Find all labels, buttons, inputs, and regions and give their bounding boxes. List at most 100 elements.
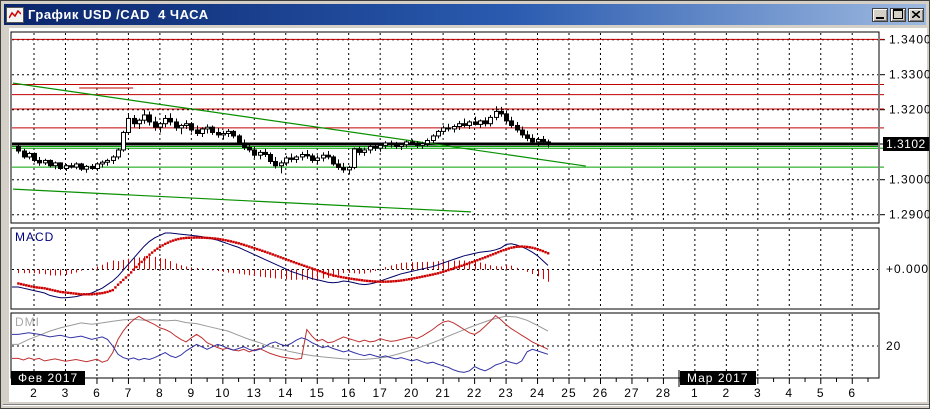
macd-signal-dot	[400, 279, 403, 282]
macd-signal-dot	[279, 256, 282, 259]
macd-signal-dot	[292, 260, 295, 264]
macd-signal-dot	[470, 260, 474, 264]
macd-signal-dot	[266, 251, 269, 254]
macd-signal-dot	[195, 236, 198, 239]
macd-signal-dot	[224, 239, 227, 242]
chart-canvas[interactable]: 1.34001.33001.32001.30001.29002 3 6 7 8 9 10 13…	[1, 1, 930, 409]
candle-body	[258, 151, 263, 156]
macd-signal-dot	[74, 292, 78, 295]
macd-signal-dot	[321, 270, 324, 274]
dmi-level-axis-label: 20	[886, 339, 902, 353]
macd-signal-dot	[95, 292, 99, 295]
macd-signal-dot	[82, 293, 86, 296]
macd-signal-dot	[337, 275, 340, 278]
macd-signal-dot	[69, 291, 73, 295]
candle-body	[111, 156, 116, 161]
candle-body	[205, 126, 210, 130]
x-axis-day-label: 6	[93, 386, 101, 400]
candle-body	[221, 133, 226, 136]
macd-signal-dot	[497, 250, 500, 254]
window-titlebar[interactable]: График USD /CAD 4 ЧАСА	[4, 4, 926, 25]
macd-signal-dot	[394, 279, 398, 283]
macd-signal-dot	[405, 278, 408, 281]
x-axis-day-label: 5	[817, 386, 825, 400]
candle-body	[137, 119, 142, 125]
macd-signal-dot	[153, 249, 156, 252]
macd-signal-dot	[258, 248, 261, 252]
candle-body	[504, 113, 509, 122]
candle-body	[126, 117, 131, 133]
x-axis-day-label: 9	[188, 386, 196, 400]
macd-signal-dot	[85, 293, 88, 296]
macd-signal-dot	[518, 245, 521, 248]
macd-signal-dot	[67, 291, 70, 294]
macd-signal-dot	[108, 289, 112, 293]
price-axis-label: 1.2900	[889, 208, 930, 222]
macd-signal-dot	[515, 245, 518, 248]
candle-body	[457, 123, 462, 127]
candle-body	[32, 152, 37, 161]
price-axis-label: 1.3300	[889, 68, 930, 82]
macd-signal-dot	[274, 254, 277, 257]
macd-signal-dot	[355, 278, 358, 281]
macd-signal-dot	[392, 280, 395, 283]
candle-body	[378, 144, 383, 149]
macd-signal-dot	[53, 289, 57, 292]
candle-body	[58, 162, 63, 169]
macd-signal-dot	[253, 247, 256, 250]
macd-signal-dot	[491, 253, 495, 256]
macd-signal-dot	[40, 286, 44, 290]
candle-body	[242, 142, 247, 148]
candle-body	[404, 141, 409, 146]
candle-body	[415, 143, 420, 146]
candle-body	[452, 126, 457, 130]
candle-body	[436, 130, 441, 137]
macd-signal-dot	[122, 278, 125, 282]
maximize-icon	[893, 8, 903, 19]
minimize-button[interactable]	[872, 7, 888, 22]
macd-signal-dot	[494, 252, 497, 255]
macd-signal-dot	[431, 273, 434, 276]
candle-body	[263, 151, 268, 155]
candle-body	[279, 162, 284, 167]
macd-signal-dot	[200, 236, 204, 239]
candle-body	[121, 131, 126, 151]
candle-body	[79, 163, 84, 170]
macd-signal-dot	[72, 292, 75, 295]
candle-body	[216, 131, 221, 136]
macd-signal-dot	[360, 279, 364, 282]
minimize-icon	[876, 16, 884, 19]
macd-signal-dot	[371, 280, 374, 283]
candle-body	[499, 110, 504, 115]
macd-signal-dot	[187, 236, 191, 239]
candle-body	[541, 138, 546, 143]
macd-signal-dot	[192, 236, 196, 239]
month-label-feb-2017: Фев 2017	[11, 371, 86, 385]
macd-signal-dot	[308, 266, 311, 269]
candle-body	[509, 120, 514, 126]
x-axis-day-label: 22	[467, 386, 482, 400]
macd-signal-dot	[247, 245, 251, 248]
close-button[interactable]	[908, 7, 924, 22]
macd-signal-dot	[465, 262, 469, 266]
macd-signal-dot	[129, 271, 133, 274]
macd-signal-dot	[190, 236, 193, 239]
candle-body	[184, 123, 189, 126]
macd-signal-dot	[368, 279, 372, 283]
candle-body	[462, 123, 467, 126]
price-axis-label: 1.3200	[889, 103, 930, 117]
macd-signal-dot	[88, 293, 91, 296]
line-chart-icon	[6, 6, 24, 23]
candle-body	[331, 156, 336, 165]
macd-signal-dot	[478, 258, 482, 261]
macd-signal-dot	[347, 277, 351, 280]
macd-signal-dot	[145, 255, 149, 259]
macd-signal-dot	[245, 244, 248, 247]
maximize-button[interactable]	[890, 7, 906, 22]
macd-signal-dot	[150, 251, 154, 254]
macd-signal-dot	[232, 240, 235, 244]
macd-signal-dot	[64, 291, 67, 294]
candle-body	[48, 159, 53, 167]
macd-signal-dot	[46, 287, 49, 291]
candle-body	[22, 150, 27, 158]
